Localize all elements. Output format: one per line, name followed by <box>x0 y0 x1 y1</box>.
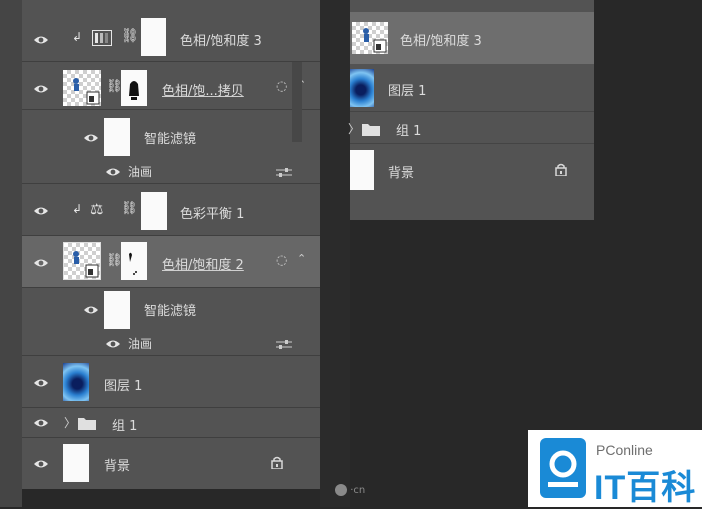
hue-saturation-adjustment-icon <box>92 30 112 46</box>
layer-name[interactable]: 色相/饱和度 3 <box>180 30 262 49</box>
layer-row-hue-sat-3[interactable]: ↲ ⛓ 色相/饱和度 3 <box>22 0 320 62</box>
filter-oil-paint-row[interactable]: 油画 <box>22 330 320 356</box>
layer-name[interactable]: 组 1 <box>112 415 137 434</box>
filter-oil-paint-row[interactable]: 油画 <box>22 158 320 184</box>
smart-filter-circle-icon[interactable]: ◌ <box>276 79 287 94</box>
filter-name[interactable]: 油画 <box>128 335 152 352</box>
layer-name[interactable]: 色彩平衡 1 <box>180 203 244 222</box>
folder-icon <box>78 418 96 430</box>
preview-thumbnail <box>350 150 374 190</box>
chevron-right-icon: 〉 <box>348 122 361 136</box>
left-gutter <box>0 0 22 507</box>
floating-layers-preview: 色相/饱和度 3 图层 1 〉 组 1 背景 <box>348 0 594 220</box>
layer-image-thumbnail[interactable] <box>63 363 89 401</box>
smart-filters-row[interactable]: 智能滤镜 <box>22 288 320 330</box>
eye-icon[interactable] <box>33 378 49 388</box>
eye-icon[interactable] <box>105 339 121 349</box>
preview-row-background[interactable]: 背景 <box>350 144 594 196</box>
watermark-text: ·cn <box>350 485 366 496</box>
layer-mask-thumbnail[interactable] <box>141 18 166 56</box>
eye-icon[interactable] <box>33 35 49 45</box>
eye-icon[interactable] <box>33 459 49 469</box>
layer-name[interactable]: 图层 1 <box>104 375 142 394</box>
layer-name[interactable]: 色相/饱和度 2 <box>162 254 244 273</box>
layer-row-hue-sat-copy[interactable]: ⛓ 色相/饱...拷贝 ◌ ⌃ <box>22 62 320 110</box>
chain-link-icon[interactable]: ⛓ <box>121 201 138 216</box>
clip-arrow-icon: ↲ <box>72 202 83 216</box>
pconline-logo-icon <box>540 438 586 498</box>
lock-icon <box>555 163 567 176</box>
filter-blending-options-icon[interactable] <box>276 167 292 179</box>
preview-row-hue-sat-3[interactable]: 色相/饱和度 3 <box>350 12 594 64</box>
filter-name[interactable]: 油画 <box>128 163 152 180</box>
lock-icon <box>271 456 283 469</box>
layer-row-layer-1[interactable]: 图层 1 <box>22 356 320 408</box>
eye-icon[interactable] <box>33 206 49 216</box>
layer-row-hue-sat-2[interactable]: ⛓ 色相/饱和度 2 ◌ ⌃ <box>22 236 320 288</box>
layer-mask-thumbnail[interactable] <box>121 242 147 280</box>
color-balance-scale-icon: ⚖ <box>90 200 104 218</box>
smart-object-thumbnail[interactable] <box>63 242 101 280</box>
layer-name[interactable]: 背景 <box>104 455 130 474</box>
preview-row-layer-1[interactable]: 图层 1 <box>350 64 594 112</box>
chain-link-icon[interactable]: ⛓ <box>121 28 139 44</box>
logo-text-bottom: IT百科 <box>594 469 697 507</box>
preview-layer-name: 图层 1 <box>388 84 427 99</box>
layer-image-thumbnail[interactable] <box>63 444 89 482</box>
smart-filter-label: 智能滤镜 <box>144 132 197 147</box>
layers-panel: ↲ ⛓ 色相/饱和度 3 ⛓ 色相/饱...拷贝 ◌ ⌃ 智能滤镜 油画 ↲ ⚖… <box>22 0 320 489</box>
eye-icon[interactable] <box>33 84 49 94</box>
preview-row-group-1[interactable]: 〉 组 1 <box>348 112 594 144</box>
smart-filter-label: 智能滤镜 <box>144 304 197 319</box>
eye-icon[interactable] <box>83 305 99 315</box>
layers-scrollbar[interactable] <box>292 62 302 142</box>
pconline-logo: PConline IT百科 <box>528 430 702 507</box>
layer-row-color-balance-1[interactable]: ↲ ⚖ ⛓ 色彩平衡 1 <box>22 184 320 236</box>
eye-icon[interactable] <box>33 258 49 268</box>
smart-filter-mask-thumbnail[interactable] <box>104 118 130 156</box>
preview-thumbnail <box>352 22 388 54</box>
layer-row-group-1[interactable]: 〉 组 1 <box>22 408 320 438</box>
smart-filters-row[interactable]: 智能滤镜 <box>22 110 320 158</box>
preview-layer-name: 背景 <box>388 166 415 181</box>
filter-blending-options-icon[interactable] <box>276 339 292 351</box>
eye-icon[interactable] <box>83 133 99 143</box>
eye-icon[interactable] <box>105 167 121 177</box>
chevron-right-icon[interactable]: 〉 <box>64 414 76 431</box>
layer-row-background[interactable]: 背景 <box>22 438 320 489</box>
smart-filter-mask-thumbnail[interactable] <box>104 291 130 329</box>
layer-mask-thumbnail[interactable] <box>121 70 147 106</box>
panel-divider <box>320 0 350 507</box>
smart-object-thumbnail[interactable] <box>63 70 101 106</box>
smart-filter-circle-icon[interactable]: ◌ <box>276 253 287 268</box>
clip-arrow-icon: ↲ <box>72 30 83 44</box>
layer-mask-thumbnail[interactable] <box>141 192 167 230</box>
layer-name[interactable]: 色相/饱...拷贝 <box>162 80 244 99</box>
preview-thumbnail <box>350 69 374 107</box>
collapse-arrow-icon[interactable]: ⌃ <box>297 252 306 265</box>
preview-layer-name: 色相/饱和度 3 <box>400 34 482 49</box>
preview-layer-name: 组 1 <box>396 124 422 139</box>
watermark-logo-icon <box>335 484 347 496</box>
folder-icon <box>362 124 380 136</box>
eye-icon[interactable] <box>33 418 49 428</box>
logo-text-top: PConline <box>596 442 653 458</box>
watermark: ·cn <box>335 484 365 496</box>
